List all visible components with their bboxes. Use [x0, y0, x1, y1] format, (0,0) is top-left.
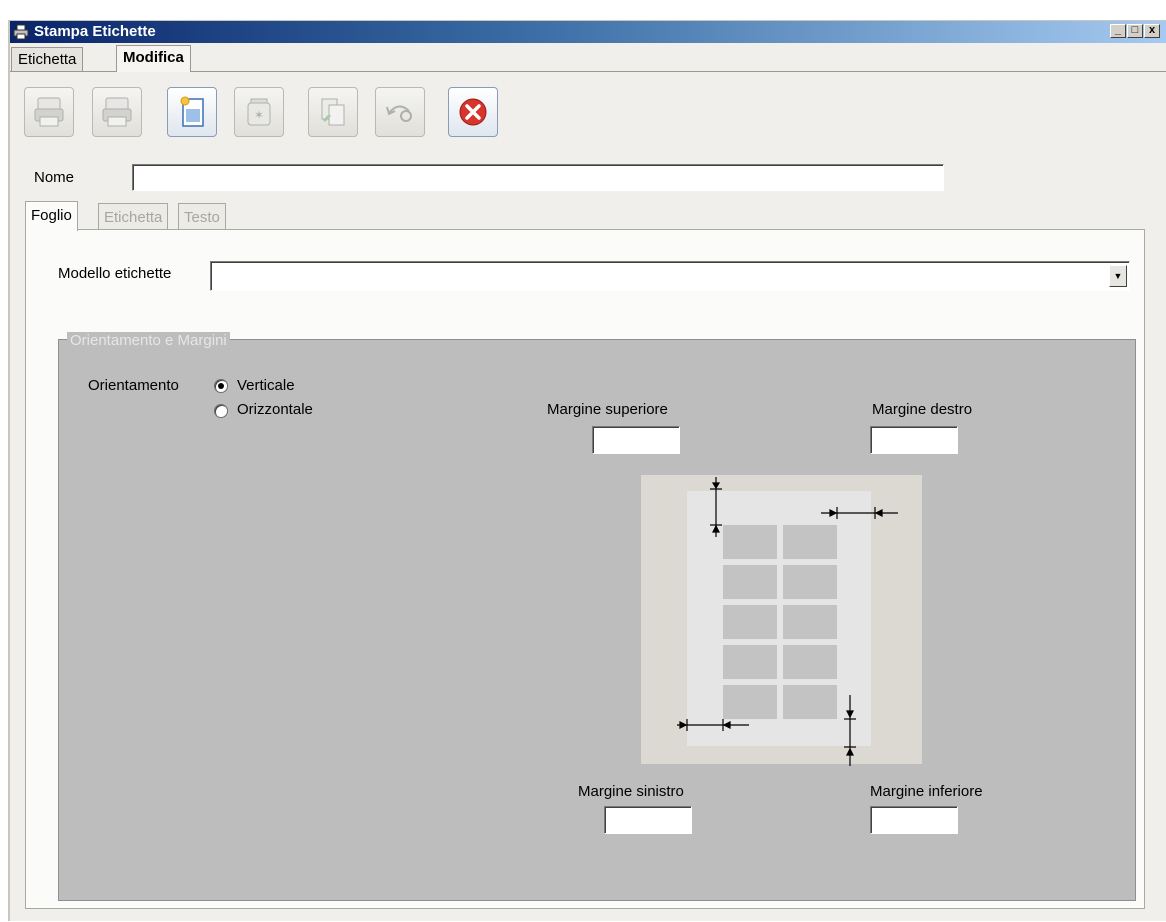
close-icon: [459, 98, 487, 126]
group-title: Orientamento e Margini: [67, 332, 230, 349]
copy-button[interactable]: [308, 87, 358, 137]
tab-foglio[interactable]: Foglio: [25, 201, 78, 231]
margine-inferiore-label: Margine inferiore: [870, 783, 983, 800]
tab-modifica[interactable]: Modifica: [116, 45, 191, 72]
title-bar[interactable]: Stampa Etichette _ □ x: [10, 21, 1166, 43]
orientamento-label: Orientamento: [88, 377, 179, 394]
nome-input[interactable]: [132, 164, 944, 191]
undo-icon: [386, 105, 412, 122]
delete-icon: ✶: [247, 98, 271, 126]
tab-testo[interactable]: Testo: [178, 203, 226, 231]
dropdown-arrow-icon[interactable]: ▼: [1109, 265, 1127, 287]
printer-icon: [34, 97, 64, 127]
tab-etichetta-inner[interactable]: Etichetta: [98, 203, 169, 231]
modello-etichette-label: Modello etichette: [58, 265, 172, 282]
close-window-button[interactable]: x: [1144, 24, 1160, 38]
orientamento-margini-group: [58, 339, 1136, 901]
app-window: Stampa Etichette _ □ x Etichetta Modific…: [8, 20, 1166, 921]
new-button[interactable]: [167, 87, 217, 137]
tab-etichetta[interactable]: Etichetta: [11, 47, 84, 71]
maximize-button[interactable]: □: [1127, 24, 1143, 38]
margine-sinistro-input[interactable]: [604, 806, 692, 834]
copy-icon: [321, 98, 345, 126]
print-button[interactable]: [24, 87, 74, 137]
margine-destro-label: Margine destro: [872, 401, 973, 418]
margine-superiore-input[interactable]: [592, 426, 680, 454]
nome-label: Nome: [34, 169, 75, 186]
minimize-button[interactable]: _: [1110, 24, 1126, 38]
margine-superiore-label: Margine superiore: [547, 401, 668, 418]
close-button[interactable]: [448, 87, 498, 137]
orizzontale-radio[interactable]: [214, 404, 228, 418]
margine-inferiore-input[interactable]: [870, 806, 958, 834]
new-document-icon: [180, 96, 204, 127]
window-title: Stampa Etichette: [34, 23, 156, 40]
print-preview-button[interactable]: [92, 87, 142, 137]
verticale-label[interactable]: Verticale: [237, 377, 295, 394]
printer-app-icon: [13, 24, 29, 40]
delete-button[interactable]: ✶: [234, 87, 284, 137]
modello-etichette-select[interactable]: ▼: [210, 261, 1130, 291]
verticale-radio[interactable]: [214, 379, 228, 393]
svg-text:✶: ✶: [254, 108, 264, 122]
margine-sinistro-label: Margine sinistro: [578, 783, 684, 800]
orizzontale-label[interactable]: Orizzontale: [237, 401, 313, 418]
printer-preview-icon: [102, 97, 132, 127]
margin-diagram: [641, 475, 922, 766]
margine-destro-input[interactable]: [870, 426, 958, 454]
undo-button[interactable]: [375, 87, 425, 137]
